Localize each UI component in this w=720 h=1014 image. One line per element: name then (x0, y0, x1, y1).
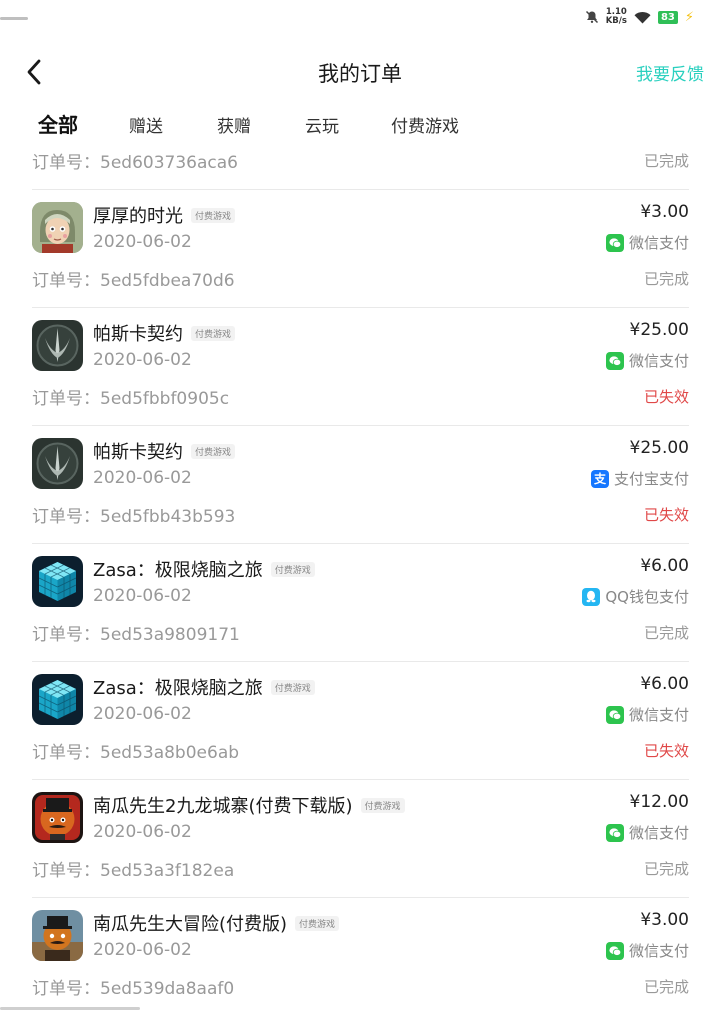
order-date: 2020-06-02 (93, 704, 192, 724)
wifi-icon (634, 11, 651, 24)
order-item[interactable]: 厚厚的时光 付费游戏 2020-06-02 ¥3.00 微信支付 订单号：5ed… (32, 190, 689, 308)
order-price: ¥12.00 (629, 792, 689, 812)
payment-method: 支 支付宝支付 (590, 468, 689, 489)
game-icon-pascal (32, 438, 83, 489)
order-number: 订单号：5ed53a8b0e6ab (32, 743, 240, 763)
order-item[interactable]: 帕斯卡契约 付费游戏 2020-06-02 ¥25.00 支 支付宝支付 订单号… (32, 426, 689, 544)
order-date: 2020-06-02 (93, 468, 192, 488)
order-date: 2020-06-02 (93, 586, 192, 606)
order-item[interactable]: 帕斯卡契约 付费游戏 2020-06-02 ¥25.00 微信支付 订单号：5e… (32, 308, 689, 426)
game-icon-zasa (32, 674, 83, 725)
mute-icon (585, 10, 599, 24)
order-item[interactable]: Zasa：极限烧脑之旅 付费游戏 2020-06-02 ¥6.00 QQ钱包支付… (32, 544, 689, 662)
battery-indicator: 83 (657, 10, 678, 24)
order-status: 已失效 (643, 506, 689, 524)
order-status: 已完成 (643, 978, 689, 996)
order-status: 已完成 (643, 860, 689, 878)
top-bar: 我的订单 我要反馈 (0, 38, 720, 106)
qq-wallet-icon (582, 587, 601, 606)
order-status: 已失效 (643, 388, 689, 406)
payment-method: 微信支付 (605, 940, 689, 961)
order-price: ¥25.00 (629, 438, 689, 458)
paid-game-tag: 付费游戏 (270, 679, 315, 695)
status-icons: 1.10 KB/s 83 ⚡ (585, 8, 694, 26)
game-name: Zasa：极限烧脑之旅 (93, 678, 263, 699)
order-price: ¥25.00 (629, 320, 689, 340)
tab-gift-sent[interactable]: 赠送 (129, 112, 163, 137)
game-name: 南瓜先生大冒险(付费版) (93, 914, 288, 935)
order-date: 2020-06-02 (93, 940, 192, 960)
status-bar: 1.10 KB/s 83 ⚡ (0, 0, 720, 38)
order-number: 订单号：5ed5fdbea70d6 (32, 271, 235, 291)
order-list[interactable]: 订单号：5ed603736aca6 已完成 厚厚的时光 付费游戏 2020-06… (0, 136, 720, 1014)
charging-icon: ⚡ (684, 9, 694, 25)
order-number: 订单号：5ed539da8aaf0 (32, 979, 235, 999)
net-speed: 1.10 KB/s (606, 8, 627, 26)
game-icon-mr-pumpkin-2 (32, 792, 83, 843)
order-price: ¥6.00 (640, 674, 689, 694)
game-icon-zasa (32, 556, 83, 607)
tab-cloud-play[interactable]: 云玩 (305, 112, 339, 137)
game-name: 帕斯卡契约 (93, 442, 183, 463)
order-number: 订单号：5ed53a3f182ea (32, 861, 235, 881)
order-status: 已失效 (643, 742, 689, 760)
order-price: ¥6.00 (640, 556, 689, 576)
order-date: 2020-06-02 (93, 350, 192, 370)
game-name: 厚厚的时光 (93, 206, 183, 227)
payment-method: 微信支付 (605, 704, 689, 725)
order-number: 订单号：5ed5fbbf0905c (32, 389, 230, 409)
order-date: 2020-06-02 (93, 232, 192, 252)
order-number: 订单号：5ed53a9809171 (32, 625, 240, 645)
order-item[interactable]: 南瓜先生2九龙城寨(付费下载版) 付费游戏 2020-06-02 ¥12.00 … (32, 780, 689, 898)
game-icon-hourhou (32, 202, 83, 253)
game-name: 南瓜先生2九龙城寨(付费下载版) (93, 796, 353, 817)
scroll-indicator (0, 1007, 140, 1010)
payment-method: 微信支付 (605, 822, 689, 843)
order-item[interactable]: 南瓜先生大冒险(付费版) 付费游戏 2020-06-02 ¥3.00 微信支付 … (32, 898, 689, 1014)
payment-method: 微信支付 (605, 232, 689, 253)
order-number: 订单号：5ed5fbb43b593 (32, 507, 236, 527)
paid-game-tag: 付费游戏 (191, 207, 236, 223)
paid-game-tag: 付费游戏 (191, 325, 236, 341)
feedback-button[interactable]: 我要反馈 (636, 60, 704, 85)
game-icon-mr-pumpkin (32, 910, 83, 961)
order-price: ¥3.00 (640, 910, 689, 930)
alipay-icon: 支 (590, 469, 609, 488)
tab-all[interactable]: 全部 (36, 109, 80, 138)
payment-method: 微信支付 (605, 350, 689, 371)
chevron-left-icon (27, 59, 41, 85)
back-button[interactable] (20, 56, 48, 88)
game-name: Zasa：极限烧脑之旅 (93, 560, 263, 581)
tab-gift-received[interactable]: 获赠 (217, 112, 251, 137)
paid-game-tag: 付费游戏 (360, 797, 405, 813)
order-price: ¥3.00 (640, 202, 689, 222)
wechat-pay-icon (605, 351, 624, 370)
paid-game-tag: 付费游戏 (270, 561, 315, 577)
status-indicator-line (0, 17, 28, 20)
game-icon-pascal (32, 320, 83, 371)
wechat-pay-icon (605, 705, 624, 724)
tab-paid-games[interactable]: 付费游戏 (391, 112, 459, 137)
order-item[interactable]: Zasa：极限烧脑之旅 付费游戏 2020-06-02 ¥6.00 微信支付 订… (32, 662, 689, 780)
paid-game-tag: 付费游戏 (191, 443, 236, 459)
wechat-pay-icon (605, 941, 624, 960)
order-item-partial[interactable]: 订单号：5ed603736aca6 已完成 (32, 136, 689, 190)
payment-method: QQ钱包支付 (582, 586, 689, 607)
order-status: 已完成 (643, 624, 689, 642)
order-date: 2020-06-02 (93, 822, 192, 842)
order-status: 已完成 (643, 152, 689, 170)
game-name: 帕斯卡契约 (93, 324, 183, 345)
order-number: 订单号：5ed603736aca6 (32, 153, 238, 173)
net-speed-unit: KB/s (605, 16, 627, 26)
paid-game-tag: 付费游戏 (295, 915, 340, 931)
page-title: 我的订单 (318, 62, 402, 86)
wechat-pay-icon (605, 233, 624, 252)
wechat-pay-icon (605, 823, 624, 842)
order-status: 已完成 (643, 270, 689, 288)
